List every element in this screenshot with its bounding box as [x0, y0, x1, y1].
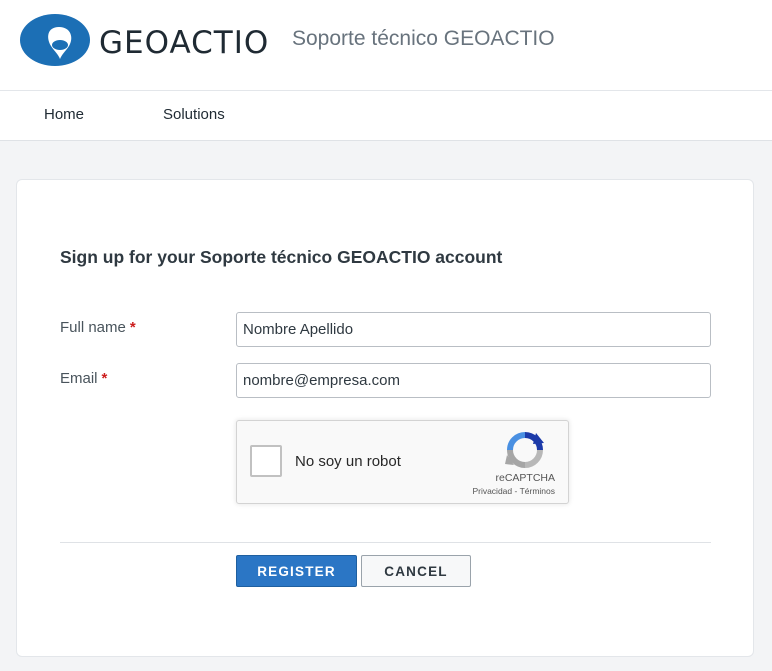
email-label-text: Email — [60, 370, 98, 387]
register-button[interactable]: REGISTER — [236, 555, 357, 587]
nav-home-link[interactable]: Home — [44, 106, 84, 124]
links-separator: - — [514, 486, 518, 496]
recaptcha-logo-icon — [505, 432, 544, 468]
recaptcha-links: Privacidad - Términos — [472, 486, 555, 496]
main-nav: Home Solutions — [0, 91, 772, 141]
full-name-input[interactable] — [236, 312, 711, 347]
email-input[interactable] — [236, 363, 711, 398]
required-marker: * — [129, 319, 136, 336]
email-label: Email * — [60, 370, 107, 388]
page-title: Soporte técnico GEOACTIO — [292, 27, 555, 50]
form-divider — [60, 542, 711, 543]
privacy-link[interactable]: Privacidad — [472, 486, 512, 496]
recaptcha-widget: No soy un robot reCAPTCHA Privacidad - T… — [236, 420, 569, 504]
recaptcha-brand: reCAPTCHA — [495, 472, 555, 484]
recaptcha-label: No soy un robot — [295, 453, 401, 470]
signup-card: Sign up for your Soporte técnico GEOACTI… — [16, 179, 754, 657]
cancel-button[interactable]: CANCEL — [361, 555, 471, 587]
full-name-label-text: Full name — [60, 319, 126, 336]
required-marker: * — [101, 370, 108, 387]
logo-wordmark: GEOACTIO — [99, 25, 270, 61]
form-title: Sign up for your Soporte técnico GEOACTI… — [60, 247, 503, 267]
full-name-label: Full name * — [60, 319, 136, 337]
nav-solutions-link[interactable]: Solutions — [163, 106, 225, 124]
terms-link[interactable]: Términos — [520, 486, 555, 496]
recaptcha-checkbox[interactable] — [250, 445, 282, 477]
site-header: GEOACTIO Soporte técnico GEOACTIO — [0, 0, 772, 91]
